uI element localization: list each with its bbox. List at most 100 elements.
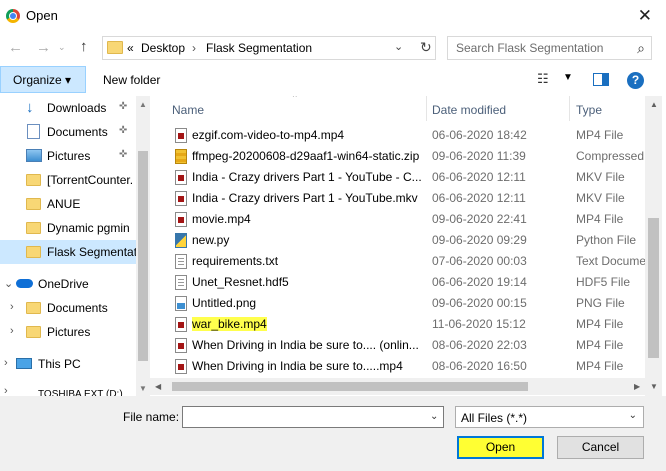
file-type: MP4 File	[576, 212, 624, 226]
new-folder-button[interactable]: New folder	[103, 73, 160, 87]
folder-icon	[26, 222, 41, 234]
chevron-right-icon[interactable]: ›	[10, 301, 14, 313]
scroll-up-icon[interactable]: ▲	[139, 100, 147, 109]
file-row[interactable]: movie.mp4 09-06-2020 22:41 MP4 File	[150, 209, 650, 230]
video-file-icon	[175, 191, 187, 206]
file-row[interactable]: war_bike.mp4 11-06-2020 15:12 MP4 File	[150, 314, 650, 335]
view-options-icon[interactable]: ☷	[537, 71, 549, 87]
sidebar-item-documents[interactable]: Documents ✜	[0, 120, 148, 144]
sidebar-item-label: Dynamic pgmin	[47, 221, 130, 235]
column-divider[interactable]	[569, 96, 570, 121]
scroll-left-icon[interactable]: ◀	[155, 382, 161, 391]
txt-file-icon	[175, 254, 187, 269]
sidebar-item-label: Downloads	[47, 101, 107, 115]
cancel-button[interactable]: Cancel	[557, 436, 644, 459]
file-row[interactable]: ezgif.com-video-to-mp4.mp4 06-06-2020 18:…	[150, 125, 650, 146]
chevron-right-icon[interactable]: ›	[10, 325, 14, 337]
file-row[interactable]: requirements.txt 07-06-2020 00:03 Text Doc…	[150, 251, 650, 272]
video-file-icon	[175, 338, 187, 353]
file-row[interactable]: Untitled.png 09-06-2020 00:15 PNG File	[150, 293, 650, 314]
preview-pane-icon[interactable]	[593, 73, 609, 86]
chevron-down-icon[interactable]: ⌄	[4, 277, 13, 290]
file-row[interactable]: new.py 09-06-2020 09:29 Python File	[150, 230, 650, 251]
file-type: Compressed	[576, 149, 645, 163]
close-button[interactable]: ✕	[638, 6, 652, 26]
file-row[interactable]: When Driving in India be sure to.... (on…	[150, 335, 650, 356]
sidebar-item-this-pc[interactable]: › This PC	[0, 352, 148, 376]
sidebar-scroll-thumb[interactable]	[138, 151, 148, 361]
file-date: 06-06-2020 12:11	[432, 170, 526, 184]
column-header-name[interactable]: Name	[172, 103, 204, 117]
sidebar-item-torrentcounter[interactable]: [TorrentCounter.	[0, 168, 148, 192]
sidebar-scrollbar[interactable]: ▲ ▼	[136, 96, 150, 398]
sidebar-item-onedrive-documents[interactable]: › Documents	[0, 296, 148, 320]
forward-arrow-icon[interactable]: →	[36, 39, 51, 56]
file-type: MP4 File	[576, 317, 624, 331]
file-row[interactable]: India - Crazy drivers Part 1 - YouTube.m…	[150, 188, 650, 209]
file-type-select[interactable]: All Files (*.*) ⌄	[455, 406, 644, 428]
file-name: requirements.txt	[192, 254, 428, 268]
sidebar-item-anue[interactable]: ANUE	[0, 192, 148, 216]
column-header-type[interactable]: Type	[576, 103, 602, 117]
file-name-label: File name:	[123, 410, 180, 424]
file-name: When Driving in India be sure to.... (on…	[192, 338, 428, 352]
breadcrumb-flask-segmentation[interactable]: Flask Segmentation	[206, 41, 312, 55]
img-file-icon	[175, 296, 187, 311]
file-list-vertical-scrollbar[interactable]: ▲	[645, 96, 662, 398]
sidebar-item-pictures[interactable]: Pictures ✜	[0, 144, 148, 168]
folder-icon	[107, 41, 123, 54]
file-date: 09-06-2020 00:15	[432, 296, 527, 310]
organize-button[interactable]: Organize ▾	[0, 66, 86, 93]
scroll-up-icon[interactable]: ▲	[650, 100, 658, 109]
vertical-scroll-thumb[interactable]	[648, 218, 659, 358]
file-type: MP4 File	[576, 338, 624, 352]
file-row[interactable]: Unet_Resnet.hdf5 06-06-2020 19:14 HDF5 Fil…	[150, 272, 650, 293]
video-file-icon	[175, 317, 187, 332]
scroll-down-icon[interactable]: ▼	[139, 384, 147, 393]
file-name-input[interactable]	[182, 406, 444, 428]
recent-locations-chevron-icon[interactable]: ⌄	[58, 42, 66, 53]
file-date: 07-06-2020 00:03	[432, 254, 527, 268]
file-name: war_bike.mp4	[192, 317, 428, 331]
column-header-date[interactable]: Date modified	[432, 103, 506, 117]
scroll-down-icon[interactable]: ▼	[650, 382, 658, 391]
breadcrumb-separator-icon[interactable]: ›	[192, 41, 196, 55]
chrome-icon	[6, 9, 20, 23]
back-arrow-icon[interactable]: ←	[8, 39, 23, 56]
address-dropdown-icon[interactable]: ⌄	[394, 40, 403, 53]
file-name-text: Unet_Resnet.hdf5	[192, 275, 289, 289]
file-date: 09-06-2020 09:29	[432, 233, 527, 247]
address-bar[interactable]: « Desktop › Flask Segmentation	[102, 36, 436, 60]
sidebar-item-onedrive[interactable]: ⌄ OneDrive	[0, 272, 148, 296]
file-name-text: India - Crazy drivers Part 1 - YouTube -…	[192, 170, 422, 184]
file-row[interactable]: ffmpeg-20200608-d29aaf1-win64-static.zip…	[150, 146, 650, 167]
sidebar-item-dynamic-pgmin[interactable]: Dynamic pgmin	[0, 216, 148, 240]
search-placeholder: Search Flask Segmentation	[456, 41, 604, 55]
breadcrumb-desktop[interactable]: Desktop	[141, 41, 185, 55]
video-file-icon	[175, 359, 187, 374]
search-input[interactable]: Search Flask Segmentation ⌕	[447, 36, 652, 60]
refresh-icon[interactable]: ↻	[420, 39, 432, 56]
file-name: movie.mp4	[192, 212, 428, 226]
open-button[interactable]: Open	[457, 436, 544, 459]
file-row[interactable]: When Driving in India be sure to.....mp4…	[150, 356, 650, 377]
txt-file-icon	[175, 275, 187, 290]
up-arrow-icon[interactable]: ↑	[80, 38, 88, 55]
column-divider[interactable]	[426, 96, 427, 121]
column-headers: ⌃ Name Date modified Type	[150, 96, 666, 121]
file-date: 08-06-2020 22:03	[432, 338, 527, 352]
horizontal-scroll-thumb[interactable]	[172, 382, 528, 391]
scroll-right-icon[interactable]: ▶	[634, 382, 640, 391]
file-name: When Driving in India be sure to.....mp4	[192, 359, 428, 373]
help-icon[interactable]: ?	[627, 72, 644, 89]
sidebar-item-label: ANUE	[47, 197, 81, 211]
navigation-pane: ↓ Downloads ✜ Documents ✜ Pictures ✜ [To…	[0, 96, 148, 398]
view-chevron-down-icon[interactable]: ▼	[563, 72, 573, 83]
file-row[interactable]: India - Crazy drivers Part 1 - YouTube -…	[150, 167, 650, 188]
file-list-horizontal-scrollbar[interactable]: ◀ ▶ ▼	[150, 378, 658, 395]
sidebar-item-onedrive-pictures[interactable]: › Pictures	[0, 320, 148, 344]
address-overflow-chevron[interactable]: «	[127, 41, 134, 55]
chevron-right-icon[interactable]: ›	[4, 357, 8, 369]
sidebar-item-downloads[interactable]: ↓ Downloads ✜	[0, 96, 148, 120]
sidebar-item-flask-segmentation[interactable]: Flask Segmentat	[0, 240, 148, 264]
